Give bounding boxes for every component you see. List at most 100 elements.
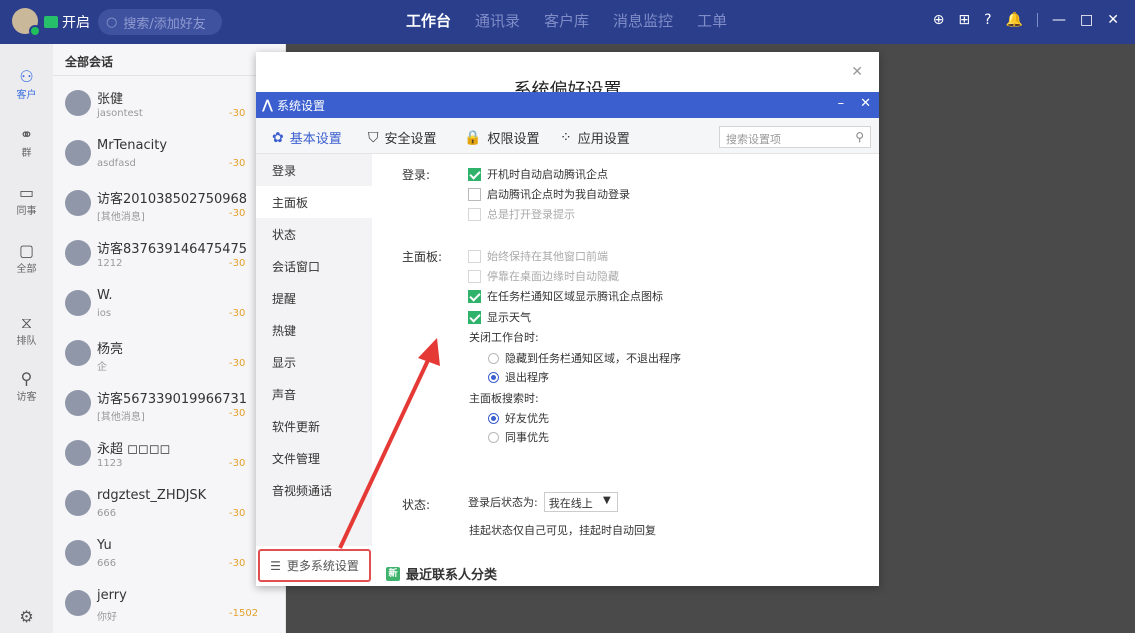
list-item[interactable]: 访客201038502750968 [其他消息] -30	[53, 180, 286, 230]
menu-item-files[interactable]: 文件管理	[256, 442, 372, 474]
close-icon[interactable]: ✕	[851, 64, 863, 80]
close-workbench-label: 关闭工作台时:	[469, 331, 539, 344]
app-logo-icon: ⋀	[262, 97, 273, 113]
rail-item-all[interactable]: ▢ 全部	[0, 241, 53, 276]
tab-basic[interactable]: ✿ 基本设置	[272, 128, 342, 148]
user-avatar[interactable]	[12, 8, 41, 37]
list-item[interactable]: W. ios -30	[53, 280, 286, 330]
friends-first-radio[interactable]: 好友优先	[488, 410, 549, 426]
status-after-login: 登录后状态为: 我在线上 ▼	[468, 492, 618, 512]
notification-icon[interactable]: 🔔	[1006, 12, 1023, 28]
nav-tickets[interactable]: 工单	[697, 10, 727, 31]
menu-item-update[interactable]: 软件更新	[256, 410, 372, 442]
avatar	[65, 90, 91, 116]
gear-icon: ✿	[272, 129, 284, 146]
settings-content: 登录: 开机时自动启动腾讯企点 启动腾讯企点时为我自动登录 总是打开登录提示 主…	[372, 154, 879, 546]
list-item[interactable]: rdgztest_ZHDJSK 666 -30	[53, 480, 286, 530]
list-item[interactable]: 张健 jasontest -30	[53, 80, 286, 130]
rail-item-queue[interactable]: ⧖ 排队	[0, 313, 53, 348]
nav-contacts[interactable]: 通讯录	[475, 10, 520, 31]
always-on-top-checkbox[interactable]: 始终保持在其他窗口前端	[468, 248, 608, 264]
auto-start-checkbox[interactable]: 开机时自动启动腾讯企点	[468, 166, 608, 182]
settings-window-controls: – ✕	[838, 96, 871, 111]
minimize-icon[interactable]: –	[838, 96, 845, 111]
tab-permissions[interactable]: 🔒 权限设置	[464, 128, 539, 148]
close-icon[interactable]: ✕	[860, 96, 871, 111]
hide-to-tray-radio[interactable]: 隐藏到任务栏通知区域，不退出程序	[488, 350, 681, 366]
avatar	[65, 140, 91, 166]
top-search-input[interactable]: ○ 搜索/添加好友	[98, 9, 222, 35]
minimize-icon[interactable]: —	[1052, 12, 1066, 28]
exit-program-radio[interactable]: 退出程序	[488, 369, 549, 385]
visitor-icon: ⚲	[20, 369, 33, 388]
settings-search-input[interactable]: 搜索设置项 ⚲	[719, 126, 871, 148]
menu-icon: ☰	[270, 558, 281, 573]
briefcase-icon: ▭	[18, 183, 35, 202]
tab-apps[interactable]: ⁘ 应用设置	[560, 128, 630, 148]
system-settings-panel: ⋀ 系统设置 – ✕ ✿ 基本设置 ⛉ 安全设置 🔒 权限设置 ⁘ 应用设置 搜索设置项…	[256, 92, 879, 546]
top-search-placeholder: 搜索/添加好友	[123, 16, 206, 32]
chevron-down-icon: ▼	[603, 495, 611, 506]
rail-item-customers[interactable]: ⚇ 客户	[0, 68, 53, 102]
divider	[1037, 13, 1039, 27]
menu-item-main-panel[interactable]: 主面板	[256, 186, 372, 218]
list-item[interactable]: 访客567339019966731 [其他消息] -30	[53, 380, 286, 430]
menu-item-chat-window[interactable]: 会话窗口	[256, 250, 372, 282]
menu-item-display[interactable]: 显示	[256, 346, 372, 378]
chat-icon: ▢	[18, 241, 35, 260]
status-section-label: 状态:	[402, 498, 431, 512]
rail-item-visitors[interactable]: ⚲ 访客	[0, 369, 53, 404]
main-nav: 工作台 通讯录 客户库 消息监控 工单	[406, 10, 727, 31]
menu-item-hotkeys[interactable]: 热键	[256, 314, 372, 346]
menu-item-login[interactable]: 登录	[256, 154, 372, 186]
group-icon: ⚭	[19, 125, 34, 144]
search-icon: ○	[106, 14, 118, 30]
more-settings-button[interactable]: ☰ 更多系统设置	[258, 549, 371, 582]
tray-icon-checkbox[interactable]: 在任务栏通知区域显示腾讯企点图标	[468, 288, 663, 304]
colleagues-first-radio[interactable]: 同事优先	[488, 429, 549, 445]
list-item[interactable]: 杨亮企 -30	[53, 330, 286, 380]
nav-customers[interactable]: 客户库	[544, 10, 589, 31]
nav-message-monitor[interactable]: 消息监控	[613, 10, 673, 31]
status-select[interactable]: 我在线上 ▼	[543, 492, 618, 512]
rail-settings[interactable]: ⚙	[0, 608, 53, 626]
rail-item-groups[interactable]: ⚭ 群	[0, 125, 53, 160]
list-item[interactable]: 访客837639146475475 1212 -30	[53, 230, 286, 280]
settings-menu: 登录 主面板 状态 会话窗口 提醒 热键 显示 声音 软件更新 文件管理 音视频…	[256, 154, 372, 546]
rail-item-colleagues[interactable]: ▭ 同事	[0, 183, 53, 218]
avatar	[65, 240, 91, 266]
hourglass-icon: ⧖	[20, 313, 33, 332]
avatar	[65, 490, 91, 516]
menu-item-sound[interactable]: 声音	[256, 378, 372, 410]
auto-hide-checkbox[interactable]: 停靠在桌面边缘时自动隐藏	[468, 268, 619, 284]
maximize-icon[interactable]: □	[1080, 12, 1093, 28]
list-item[interactable]: Yu 666 -30	[53, 530, 286, 580]
conversation-list: 全部会话 张健 jasontest -30 MrTenacity asdfasd -30…	[53, 44, 286, 633]
list-item[interactable]: 永超 ◻◻◻◻ 1123 -30	[53, 430, 286, 480]
new-badge: 新	[386, 566, 400, 581]
add-icon[interactable]: ⊕	[933, 12, 945, 28]
help-icon[interactable]: ?	[984, 12, 991, 28]
show-weather-checkbox[interactable]: 显示天气	[468, 309, 531, 325]
apps-icon[interactable]: ⊞	[958, 12, 970, 28]
login-prompt-checkbox[interactable]: 总是打开登录提示	[468, 206, 575, 222]
menu-item-reminders[interactable]: 提醒	[256, 282, 372, 314]
search-icon: ⚲	[855, 130, 864, 144]
list-item[interactable]: MrTenacity asdfasd -30	[53, 130, 286, 180]
menu-item-av-call[interactable]: 音视频通话	[256, 474, 372, 506]
avatar	[65, 340, 91, 366]
menu-item-status[interactable]: 状态	[256, 218, 372, 250]
shield-icon: ⛉	[368, 129, 379, 146]
avatar	[65, 290, 91, 316]
list-item[interactable]: jerry 你好 -1502	[53, 580, 286, 630]
nav-workbench[interactable]: 工作台	[406, 10, 451, 31]
grid-icon: ⁘	[560, 129, 572, 146]
avatar	[65, 540, 91, 566]
status-toggle[interactable]: 开启	[44, 12, 90, 32]
status-icon	[44, 16, 58, 28]
close-icon[interactable]: ✕	[1107, 12, 1119, 28]
settings-titlebar: ⋀ 系统设置 – ✕	[256, 92, 879, 118]
auto-login-checkbox[interactable]: 启动腾讯企点时为我自动登录	[468, 186, 630, 202]
status-note: 挂起状态仅自己可见，挂起时自动回复	[469, 524, 656, 537]
tab-security[interactable]: ⛉ 安全设置	[368, 128, 437, 148]
